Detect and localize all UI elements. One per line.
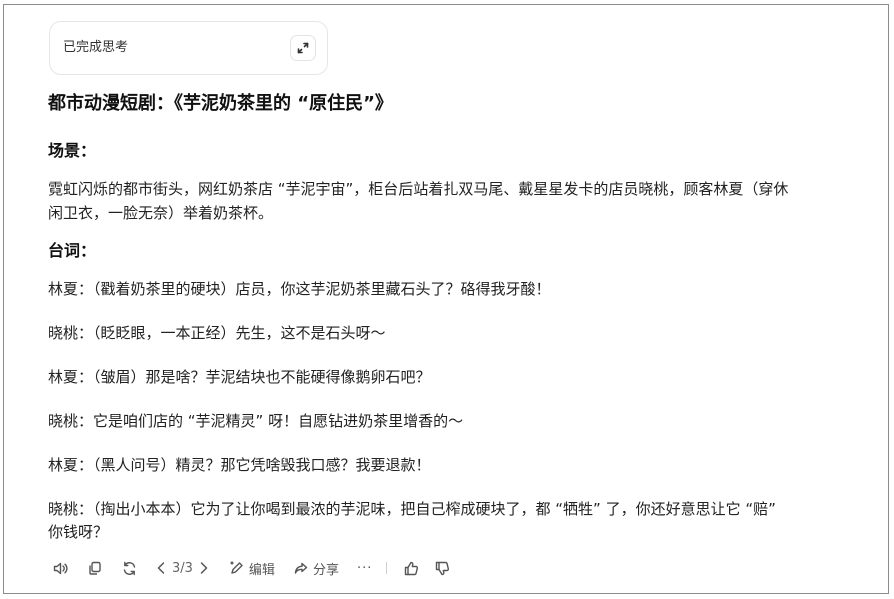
speaker-icon: [53, 562, 68, 574]
thumbs-up-icon: [405, 561, 419, 575]
edit-button[interactable]: 编辑: [229, 559, 275, 578]
edit-icon: [230, 561, 243, 574]
dialogue-line: 林夏：（皱眉）那是啥？芋泥结块也不能硬得像鹅卵石吧？: [48, 368, 431, 386]
scene-text: 霓虹闪烁的都市街头，网红奶茶店 “芋泥宇宙”，柜台后站着扎双马尾、戴星星发卡的店…: [48, 177, 848, 225]
dialogue-heading: 台词：: [48, 241, 97, 260]
dialogue-line: 晓桃：（掏出小本本）它为了让你喝到最浓的芋泥味，把自己榨成硬块了，都 “牺牲” …: [48, 500, 776, 518]
scene-line: 霓虹闪烁的都市街头，网红奶茶店 “芋泥宇宙”，柜台后站着扎双马尾、戴星星发卡的店…: [48, 180, 789, 198]
regenerate-button[interactable]: [121, 560, 138, 577]
dialogue-line: 林夏：（黑人问号）精灵？那它凭啥毁我口感？我要退款！: [48, 456, 431, 474]
read-aloud-button[interactable]: [52, 560, 69, 577]
chevron-left-icon: [157, 562, 165, 574]
expand-icon: [297, 42, 309, 54]
copy-icon: [89, 561, 101, 575]
version-counter: 3/3: [172, 560, 193, 576]
dialogue-line-continued: 你钱呀？: [48, 523, 109, 541]
scene-line: 闲卫衣，一脸无奈）举着奶茶杯。: [48, 204, 274, 222]
refresh-icon: [123, 561, 136, 575]
toolbar-divider: [386, 562, 388, 574]
share-label: 分享: [312, 562, 339, 578]
dislike-button[interactable]: [434, 560, 451, 577]
more-options-button[interactable]: ···: [357, 561, 372, 576]
edit-label: 编辑: [248, 562, 275, 578]
message-toolbar: 3/3 编辑 分享 ···: [52, 558, 492, 578]
scene-heading: 场景：: [48, 141, 97, 160]
dialogue-line: 晓桃：它是咱们店的 “芋泥精灵” 呀！自愿钻进奶茶里增香的～: [48, 412, 464, 430]
dialogue-line: 晓桃：（眨眨眼，一本正经）先生，这不是石头呀～: [48, 324, 386, 342]
page-title: 都市动漫短剧：《芋泥奶茶里的 “原住民”》: [48, 93, 393, 114]
like-button[interactable]: [403, 560, 420, 577]
thinking-panel[interactable]: 已完成思考: [49, 21, 328, 75]
share-icon: [294, 562, 308, 574]
dialogue-line: 林夏：（戳着奶茶里的硬块）店员，你这芋泥奶茶里藏石头了？硌得我牙酸！: [48, 280, 551, 298]
expand-button[interactable]: [290, 35, 316, 61]
previous-version-button[interactable]: [154, 560, 168, 576]
share-button[interactable]: 分享: [293, 559, 339, 578]
next-version-button[interactable]: [197, 560, 211, 576]
chevron-right-icon: [200, 562, 208, 574]
copy-button[interactable]: [87, 560, 103, 576]
thinking-status: 已完成思考: [63, 40, 129, 55]
thumbs-down-icon: [436, 561, 450, 575]
